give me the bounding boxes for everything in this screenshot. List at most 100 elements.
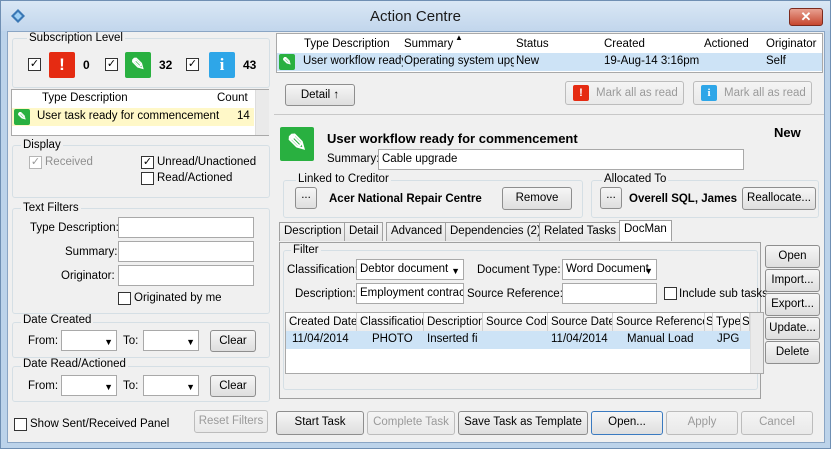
summary-filter-input[interactable]	[118, 241, 254, 262]
classification-select[interactable]: Debtor document ▼	[356, 259, 464, 280]
type-list-row[interactable]: ✎ User task ready for commencement 14	[12, 108, 254, 126]
doc-header-source-code[interactable]: Source Code	[483, 313, 548, 331]
received-checkbox[interactable]: ✓	[29, 156, 42, 169]
type-list-row-description: User task ready for commencement	[37, 110, 220, 122]
doc-header-created[interactable]: Created Date	[286, 313, 357, 331]
message-row-created: 19-Aug-14 3:16pm	[604, 55, 700, 67]
client-area: Subscription Level ✓ ! 0 ✓ ✎ 32 ✓ i 43 T…	[7, 31, 825, 443]
doc-update-button[interactable]: Update...	[765, 317, 820, 340]
detail-summary-input[interactable]: Cable upgrade	[378, 149, 744, 170]
subscription-legend: Subscription Level	[27, 32, 125, 44]
open-button[interactable]: Open...	[591, 411, 663, 435]
message-header-type[interactable]: Type Description	[304, 38, 390, 50]
show-panel-checkbox[interactable]	[14, 418, 27, 431]
tab-related-tasks[interactable]: Related Tasks	[539, 222, 622, 241]
tab-dependencies[interactable]: Dependencies (2)	[445, 222, 546, 241]
tab-docman[interactable]: DocMan	[619, 220, 672, 241]
document-type-value: Word Document	[566, 263, 649, 275]
doc-open-button[interactable]: Open	[765, 245, 820, 268]
type-description-input[interactable]	[118, 217, 254, 238]
message-header-created[interactable]: Created	[604, 38, 645, 50]
mark-info-read-button[interactable]: i Mark all as read	[693, 81, 812, 105]
reallocate-button[interactable]: Reallocate...	[742, 187, 816, 210]
originated-by-me-checkbox[interactable]	[118, 292, 131, 305]
doc-export-button[interactable]: Export...	[765, 293, 820, 316]
detail-title: User workflow ready for commencement	[327, 131, 578, 146]
apply-button[interactable]: Apply	[666, 411, 738, 435]
cancel-button[interactable]: Cancel	[741, 411, 813, 435]
tab-strip: Description Detail Advanced Dependencies…	[279, 220, 819, 243]
message-row-originator: Self	[766, 55, 786, 67]
title-bar: Action Centre ✕	[1, 1, 830, 31]
type-list-header-description[interactable]: Type Description	[42, 92, 128, 104]
info-checkbox[interactable]: ✓	[186, 58, 199, 71]
message-header-originator[interactable]: Originator	[766, 38, 817, 50]
linked-creditor-legend: Linked to Creditor	[296, 173, 391, 185]
doc-header-source-date[interactable]: Source Date	[548, 313, 613, 331]
source-reference-label: Source Reference:	[467, 288, 563, 300]
read-label: Read/Actioned	[157, 172, 233, 184]
doc-header-type[interactable]: Type	[713, 313, 741, 331]
documents-grid[interactable]: Created Date Classification Description …	[285, 312, 764, 374]
display-legend: Display	[21, 139, 63, 151]
start-task-button[interactable]: Start Task	[276, 411, 364, 435]
allocate-lookup-button[interactable]: ...	[600, 187, 622, 209]
detail-toggle-button[interactable]: Detail ↑	[285, 84, 355, 106]
message-list[interactable]: Type Description Summary ▲ Status Create…	[276, 33, 823, 73]
doc-header-source-reference[interactable]: Source Reference	[613, 313, 705, 331]
date-read-from-label: From:	[28, 380, 59, 392]
source-reference-input[interactable]	[562, 283, 657, 304]
message-row[interactable]: ✎ User workflow ready Operating system u…	[277, 53, 822, 71]
type-list-scrollbar[interactable]	[255, 90, 269, 135]
document-type-select[interactable]: Word Document ▼	[562, 259, 657, 280]
date-created-from-picker[interactable]: ▼	[61, 330, 117, 351]
documents-scrollbar[interactable]	[750, 313, 763, 373]
include-sub-tasks-checkbox[interactable]	[664, 287, 677, 300]
originator-filter-label: Originator:	[61, 270, 115, 282]
doc-header-s2[interactable]: S	[741, 313, 750, 331]
doc-header-s1[interactable]: S	[705, 313, 713, 331]
urgent-count: 0	[83, 58, 90, 72]
date-created-to-label: To:	[123, 335, 139, 347]
date-created-to-picker[interactable]: ▼	[143, 330, 199, 351]
tab-advanced[interactable]: Advanced	[386, 222, 448, 241]
type-list[interactable]: Type Description Count ✎ User task ready…	[11, 89, 269, 136]
doc-row-source-reference: Manual Load	[627, 333, 694, 345]
type-list-header-count[interactable]: Count	[217, 92, 248, 104]
message-header-summary[interactable]: Summary	[404, 38, 453, 50]
creditor-lookup-button[interactable]: ...	[295, 187, 317, 209]
chevron-down-icon: ▼	[104, 337, 113, 347]
tab-description[interactable]: Description	[279, 222, 347, 241]
document-type-label: Document Type:	[477, 264, 561, 276]
doc-header-classification[interactable]: Classification	[357, 313, 424, 331]
date-created-clear-button[interactable]: Clear	[210, 330, 256, 352]
originated-by-me-label: Originated by me	[134, 292, 222, 304]
urgent-checkbox[interactable]: ✓	[28, 58, 41, 71]
reset-filters-button[interactable]: Reset Filters	[194, 410, 268, 433]
date-read-to-picker[interactable]: ▼	[143, 375, 199, 396]
date-read-clear-button[interactable]: Clear	[210, 375, 256, 397]
doc-header-description[interactable]: Description	[424, 313, 483, 331]
unread-checkbox[interactable]: ✓	[141, 156, 154, 169]
read-checkbox[interactable]	[141, 172, 154, 185]
pencil-icon: ✎	[279, 54, 295, 70]
document-row[interactable]: 11/04/2014 PHOTO Inserted fi 11/04/2014 …	[286, 331, 750, 349]
pencil-icon: ✎	[125, 52, 151, 78]
remove-creditor-button[interactable]: Remove	[502, 187, 572, 210]
task-checkbox[interactable]: ✓	[105, 58, 118, 71]
mark-info-read-label: Mark all as read	[724, 87, 806, 99]
doc-import-button[interactable]: Import...	[765, 269, 820, 292]
save-template-button[interactable]: Save Task as Template	[458, 411, 588, 435]
date-read-from-picker[interactable]: ▼	[61, 375, 117, 396]
tab-detail[interactable]: Detail	[344, 222, 384, 241]
message-header-actioned[interactable]: Actioned	[704, 38, 749, 50]
docman-description-input[interactable]: Employment contract	[356, 283, 464, 304]
complete-task-button[interactable]: Complete Task	[367, 411, 455, 435]
message-header-status[interactable]: Status	[516, 38, 549, 50]
task-count: 32	[159, 58, 173, 72]
doc-delete-button[interactable]: Delete	[765, 341, 820, 364]
originator-filter-input[interactable]	[118, 265, 254, 286]
close-button[interactable]: ✕	[789, 8, 823, 26]
mark-urgent-read-button[interactable]: ! Mark all as read	[565, 81, 684, 105]
detail-status: New	[774, 125, 801, 140]
